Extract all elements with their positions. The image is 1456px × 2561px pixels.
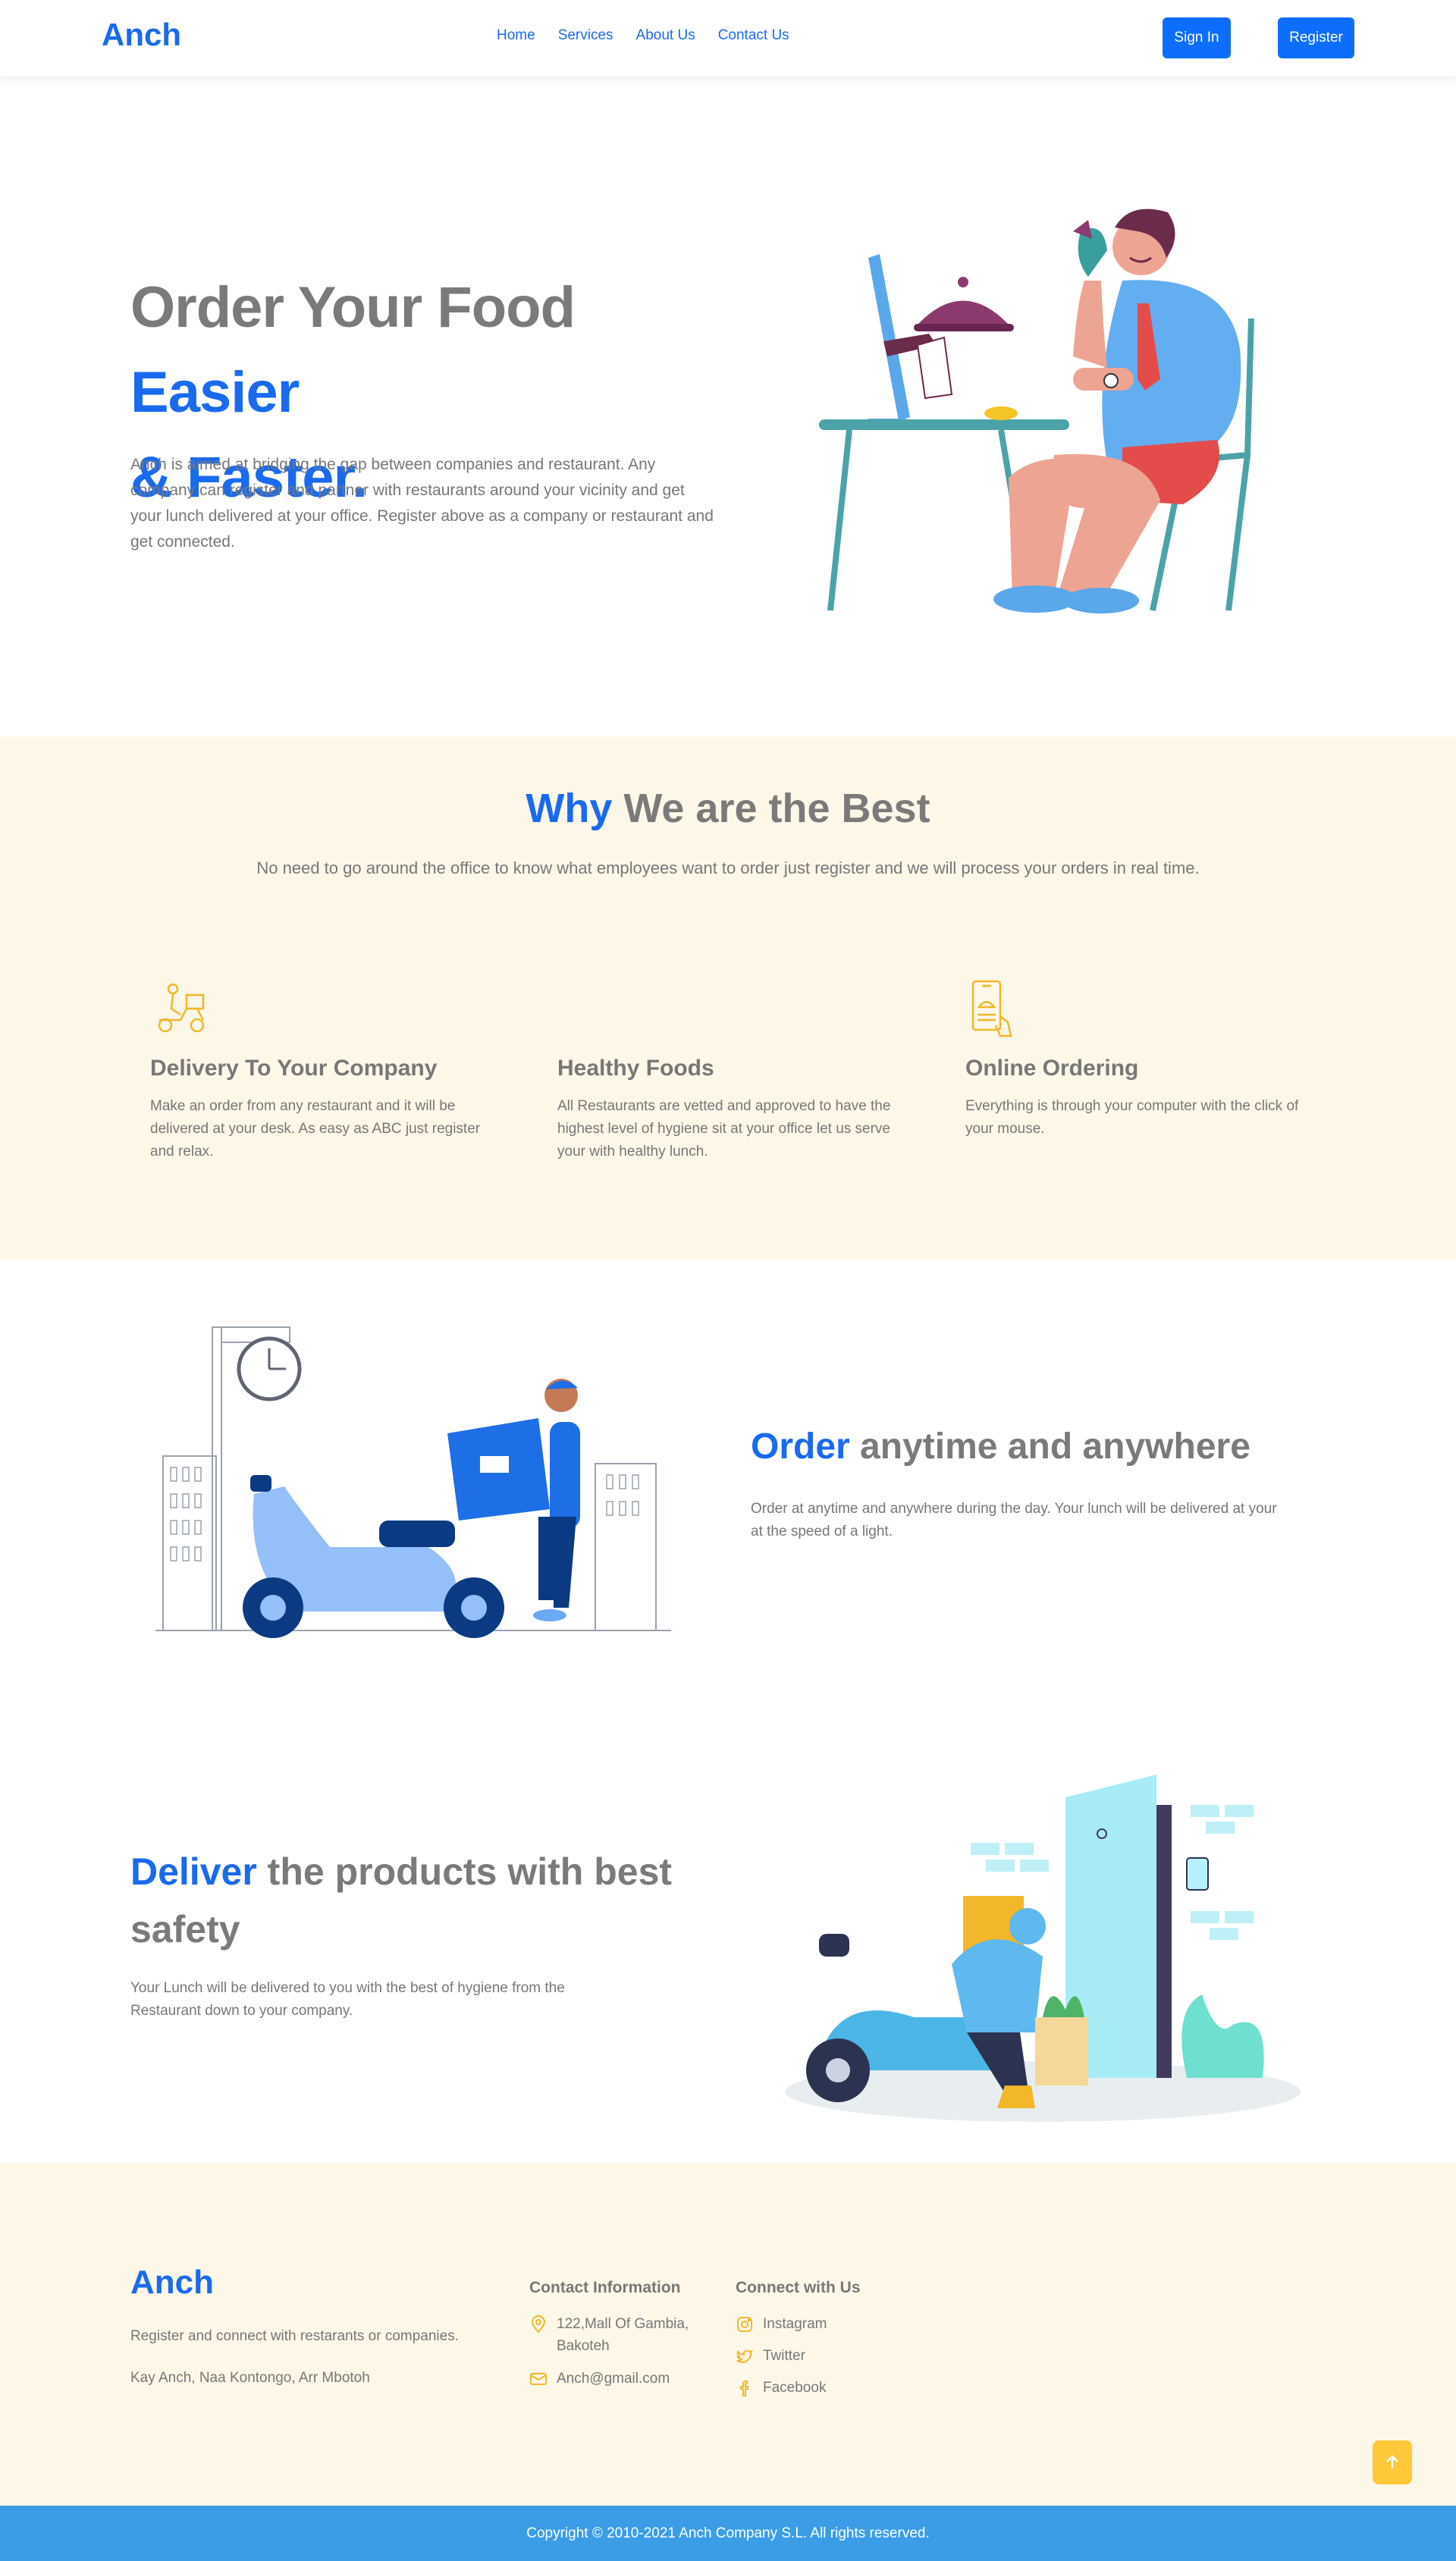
feature-text: All Restaurants are vetted and approved … (557, 1098, 891, 1160)
why-title: Why We are the Best (0, 785, 1456, 832)
order-illustration (155, 1326, 671, 1638)
contact-info-title: Contact Information (529, 2279, 681, 2296)
footer-address: Kay Anch, Naa Kontongo, Arr Mbotoh (130, 2370, 370, 2386)
nav-link-home[interactable]: Home (497, 27, 535, 44)
back-to-top-button[interactable] (1373, 2440, 1412, 2484)
feature-text: Everything is through your computer with… (965, 1098, 1299, 1137)
deliver-description: Your Lunch will be delivered to you with… (130, 1980, 565, 2019)
feature-card-online-ordering: Online Ordering Everything is through yo… (965, 978, 1307, 1141)
copyright-bar: Copyright © 2010-2021 Anch Company S.L. … (0, 2506, 1456, 2561)
feature-card-healthy-foods: Healthy Foods All Restaurants are vetted… (557, 978, 899, 1163)
mail-icon (530, 2373, 547, 2385)
hero-illustration (819, 209, 1254, 614)
nav-link-about-us[interactable]: About Us (636, 27, 695, 44)
feature-title: Delivery To Your Company (150, 1056, 438, 1081)
order-title: Order anytime and anywhere (751, 1426, 1250, 1467)
why-subtitle: No need to go around the office to know … (256, 858, 1200, 877)
order-title-plain: anytime and anywhere (849, 1426, 1250, 1467)
nav-link-services[interactable]: Services (558, 27, 613, 44)
contact-email[interactable]: Anch@gmail.com (529, 2368, 670, 2390)
hero-title-plain: Order Your Food (130, 275, 576, 340)
connect-title: Connect with Us (736, 2279, 861, 2296)
social-label: Facebook (763, 2380, 827, 2396)
hero-description: Anch is aimed at bridging the gap betwee… (130, 456, 714, 551)
location-pin-icon (531, 2315, 546, 2333)
twitter-icon (736, 2349, 753, 2363)
arrow-up-icon (1386, 2455, 1398, 2468)
delivery-scooter-icon (158, 983, 205, 1033)
contact-location: 122,Mall Of Gambia, Bakoteh (529, 2313, 711, 2357)
why-title-plain: We are the Best (612, 786, 930, 831)
social-label: Twitter (763, 2348, 805, 2364)
social-link-twitter[interactable]: Twitter (736, 2345, 805, 2367)
mobile-order-icon (971, 980, 1012, 1037)
facebook-icon (740, 2381, 748, 2396)
register-button[interactable]: Register (1278, 17, 1354, 58)
deliver-illustration (785, 1775, 1301, 2122)
why-title-accent: Why (526, 786, 613, 831)
top-navbar: Anch Home Services About Us Contact Us S… (0, 0, 1456, 76)
hero-title-accent-easier: Easier (130, 360, 300, 425)
order-title-accent: Order (751, 1426, 850, 1467)
copyright-text: Copyright © 2010-2021 Anch Company S.L. … (526, 2525, 930, 2541)
feature-card-delivery: Delivery To Your Company Make an order f… (150, 978, 491, 1163)
brand-logo[interactable]: Anch (102, 17, 181, 53)
footer-brand[interactable]: Anch (130, 2264, 214, 2302)
social-link-facebook[interactable]: Facebook (736, 2377, 826, 2399)
social-label: Instagram (763, 2316, 827, 2332)
instagram-icon (737, 2317, 752, 2332)
deliver-title: Deliver the products with best safety (130, 1843, 676, 1958)
social-link-instagram[interactable]: Instagram (736, 2313, 827, 2335)
nav-link-contact-us[interactable]: Contact Us (718, 27, 789, 44)
footer-tagline: Register and connect with restarants or … (130, 2328, 459, 2344)
contact-email-text: Anch@gmail.com (557, 2371, 670, 2387)
deliver-title-accent: Deliver (130, 1850, 257, 1893)
order-description: Order at anytime and anywhere during the… (751, 1501, 1277, 1539)
feature-title: Healthy Foods (557, 1056, 714, 1081)
contact-location-text: 122,Mall Of Gambia, Bakoteh (557, 2316, 689, 2354)
feature-text: Make an order from any restaurant and it… (150, 1098, 481, 1160)
sign-in-button[interactable]: Sign In (1163, 17, 1231, 58)
feature-title: Online Ordering (965, 1056, 1139, 1081)
nav-links: Home Services About Us Contact Us (497, 27, 789, 44)
